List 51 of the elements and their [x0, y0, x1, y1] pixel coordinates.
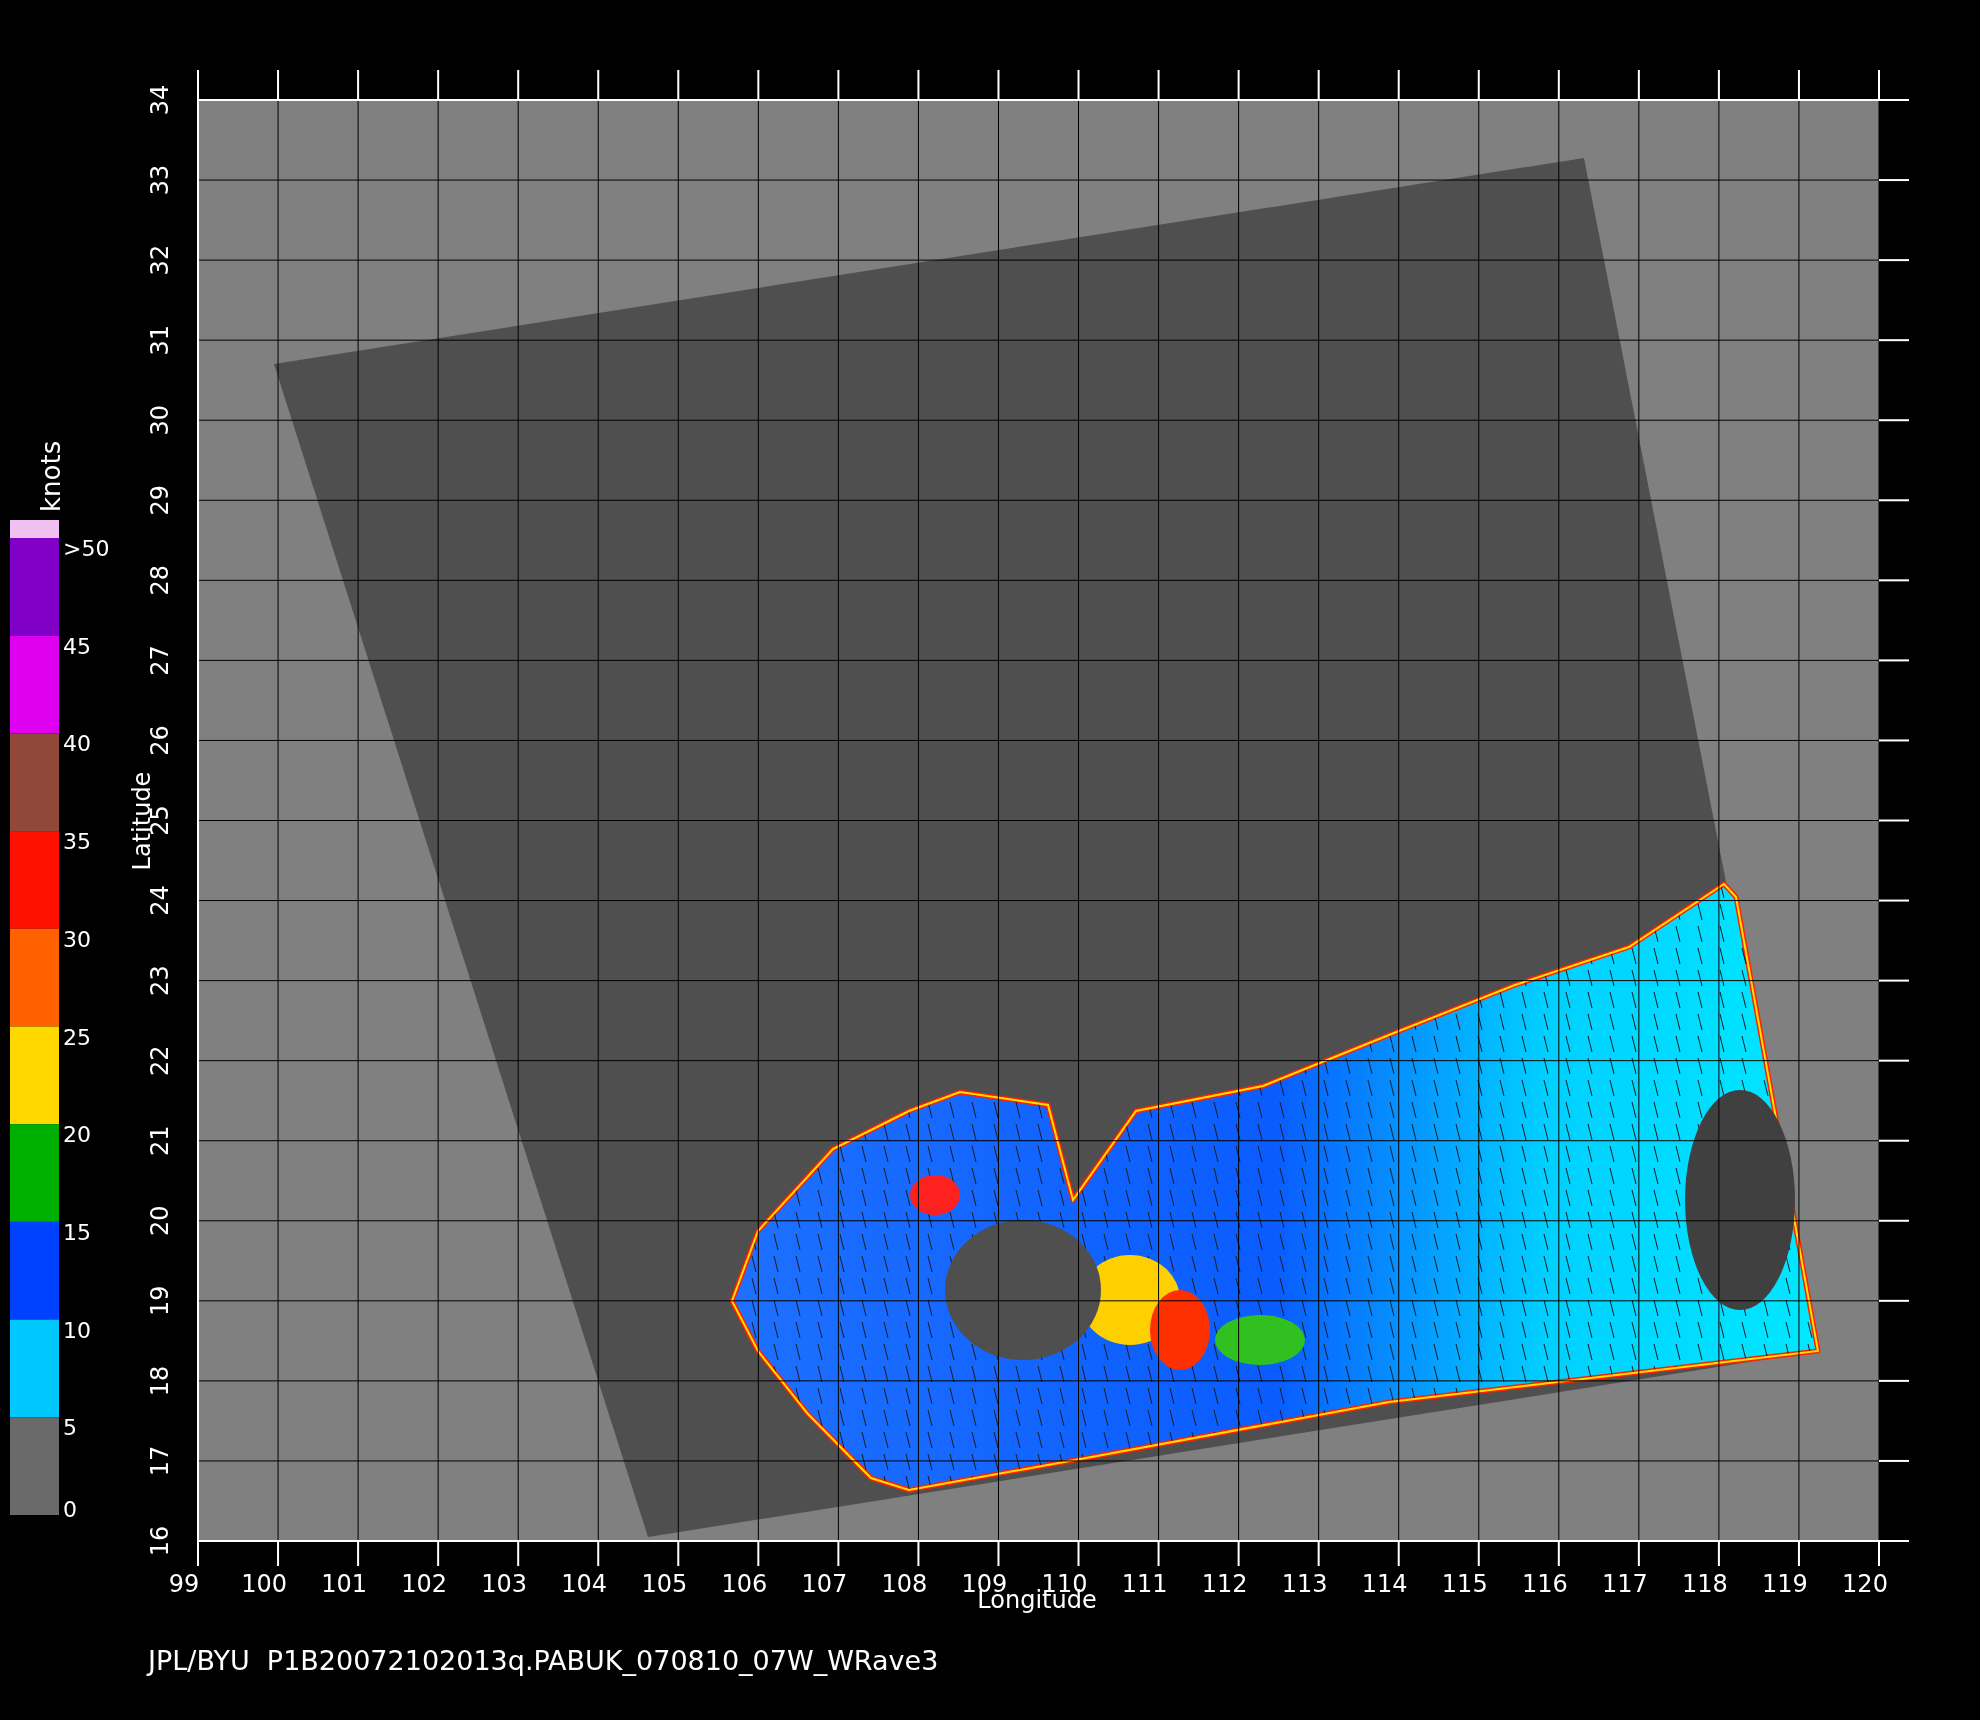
y-tick-label: 27: [146, 645, 174, 676]
colorbar-label: 30: [63, 926, 91, 952]
colorbar-label: 45: [63, 633, 91, 659]
y-tick-label: 19: [146, 1285, 174, 1317]
y-tick-label: 18: [146, 1365, 174, 1397]
y-tick-label: 16: [146, 1525, 174, 1557]
x-tick-label: 115: [1441, 1570, 1488, 1598]
colorbar-label: 10: [63, 1317, 91, 1343]
x-tick-label: 114: [1361, 1570, 1408, 1598]
colorbar-label: >50: [63, 536, 110, 561]
colorbar-label: 20: [63, 1122, 91, 1148]
colorbar-label: 0: [63, 1497, 77, 1522]
colorbar-label: 35: [63, 829, 91, 855]
colorbar-unit: knots: [36, 440, 66, 512]
x-tick-label: 118: [1682, 1570, 1728, 1598]
x-tick-label: 103: [481, 1570, 528, 1598]
y-tick-label: 21: [146, 1125, 174, 1156]
x-tick-label: 99: [168, 1570, 200, 1598]
x-tick-label: 113: [1281, 1570, 1328, 1598]
x-tick-label: 120: [1842, 1570, 1888, 1598]
x-tick-label: 111: [1121, 1570, 1168, 1598]
y-tick-label: 34: [146, 84, 174, 116]
y-tick-label: 31: [146, 324, 174, 356]
x-tick-label: 100: [241, 1570, 287, 1598]
x-tick-label: 104: [561, 1570, 608, 1598]
x-tick-label: 112: [1201, 1570, 1248, 1598]
x-tick-label: 116: [1521, 1570, 1568, 1598]
colorbar-label: 25: [63, 1024, 91, 1050]
x-tick-label: 102: [401, 1570, 448, 1598]
colorbar-label: 40: [63, 731, 91, 757]
y-tick-label: 30: [146, 404, 174, 436]
y-tick-label: 22: [146, 1045, 174, 1076]
x-tick-label: 117: [1601, 1570, 1648, 1598]
colorbar-label: 5: [63, 1415, 77, 1441]
y-tick-label: 17: [146, 1445, 174, 1477]
colorbar-label: 15: [63, 1219, 91, 1245]
y-tick-label: 26: [146, 725, 174, 756]
y-tick-label: 33: [146, 164, 174, 196]
x-tick-label: 108: [881, 1570, 928, 1598]
y-tick-label: 23: [146, 965, 174, 996]
y-tick-label: 20: [146, 1205, 174, 1237]
x-tick-label: 105: [641, 1570, 688, 1598]
footer-caption: JPL/BYU P1B20072102013q.PABUK_070810_07W_WRave3: [148, 1645, 939, 1676]
x-tick-label: 101: [321, 1570, 367, 1598]
x-tick-label: 107: [801, 1570, 848, 1598]
y-tick-label: 24: [146, 885, 174, 916]
y-tick-label: 28: [146, 565, 174, 596]
y-tick-label: 32: [146, 244, 174, 276]
x-tick-label: 106: [721, 1570, 768, 1598]
x-tick-label: 119: [1762, 1570, 1808, 1598]
y-tick-label: 29: [146, 485, 174, 516]
